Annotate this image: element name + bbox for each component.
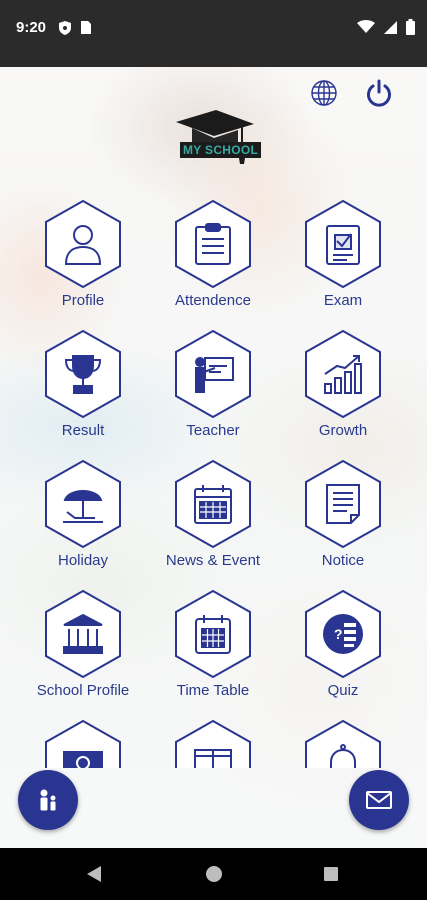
menu-item-bell[interactable] [278,718,408,768]
clipboard-icon [195,223,231,265]
menu-item-label: Exam [323,292,363,309]
language-button[interactable] [310,79,338,107]
battery-icon [406,19,415,40]
menu-item-attendence[interactable]: Attendence [148,198,278,328]
menu-item-notice[interactable]: Notice [278,458,408,588]
menu-item-label: Attendence [175,292,251,309]
menu-item-teacher[interactable]: Teacher [148,328,278,458]
menu-item-label: Result [61,422,105,439]
menu-item-time-table[interactable]: Time Table [148,588,278,718]
menu-item-label: Profile [61,292,105,309]
menu-grid: Profile Attendence Exam Result Teacher G… [0,198,427,768]
power-icon [367,79,391,107]
status-time: 9:20 [16,19,47,36]
graduation-cap-icon [176,110,254,164]
wifi-icon [357,20,375,39]
menu-item-label: Quiz [327,682,359,699]
menu-item-book[interactable] [148,718,278,768]
timetable-calendar-icon [195,615,231,654]
svg-text:?: ? [334,626,343,642]
messages-button[interactable] [349,770,409,830]
bell-icon [330,744,356,768]
menu-item-profile[interactable]: Profile [18,198,148,328]
parent-child-icon [40,789,56,811]
logout-button[interactable] [364,78,394,108]
system-nav-bar [0,848,427,900]
person-icon [64,225,102,265]
recents-icon[interactable] [323,866,339,882]
menu-item-label: School Profile [36,682,130,699]
trophy-icon [64,355,102,394]
menu-item-news-event[interactable]: News & Event [148,458,278,588]
menu-item-quiz[interactable]: ? Quiz [278,588,408,718]
menu-item-holiday[interactable]: Holiday [18,458,148,588]
menu-item-result[interactable]: Result [18,328,148,458]
school-building-icon [63,613,103,654]
menu-item-label: Notice [321,552,365,569]
home-icon[interactable] [205,865,223,883]
calendar-icon [194,485,232,524]
parent-switch-button[interactable] [18,770,78,830]
menu-item-exam[interactable]: Exam [278,198,408,328]
app-logo: MY SCHOOL [172,108,262,172]
mail-icon [366,791,392,809]
fee-money-icon: $ [63,751,103,768]
menu-item-fee[interactable]: $ [18,718,148,768]
beach-umbrella-icon [63,490,103,523]
quiz-icon: ? [323,614,363,654]
exam-check-icon [326,225,360,265]
logo-text: MY SCHOOL [180,142,262,158]
menu-item-growth[interactable]: Growth [278,328,408,458]
menu-item-label: News & Event [165,552,261,569]
book-icon [194,749,232,768]
teacher-board-icon [195,357,234,393]
menu-item-label: Growth [318,422,368,439]
menu-item-school-profile[interactable]: School Profile [18,588,148,718]
sim-card-icon [80,20,92,41]
menu-item-label: Holiday [57,552,109,569]
svg-text:$: $ [80,759,86,768]
signal-icon [383,20,398,40]
menu-item-label: Time Table [176,682,250,699]
menu-item-label: Teacher [186,422,240,439]
shield-icon [58,20,72,41]
globe-icon [311,80,337,106]
back-icon[interactable] [85,864,103,884]
growth-chart-icon [324,355,362,394]
notice-document-icon [326,484,360,524]
status-bar: 9:20 [0,0,427,67]
